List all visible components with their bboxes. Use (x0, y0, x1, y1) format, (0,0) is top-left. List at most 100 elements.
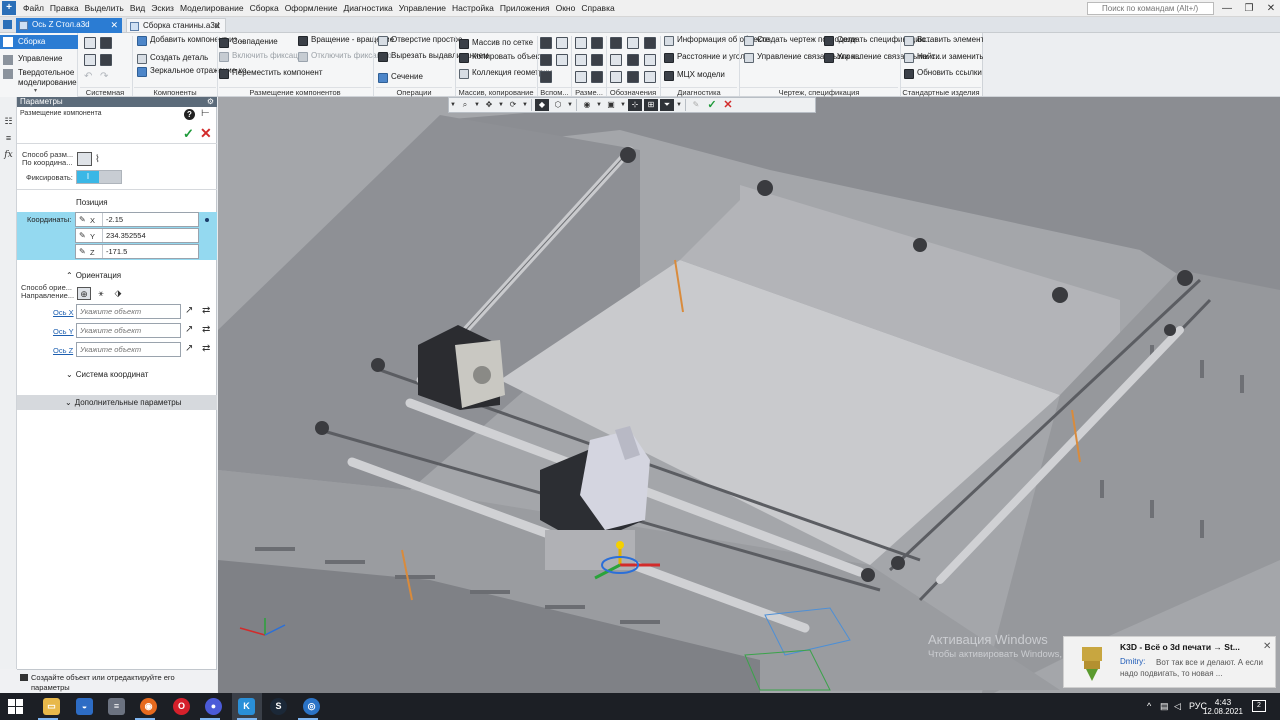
menu-file[interactable]: Файл (20, 3, 47, 13)
menu-select[interactable]: Выделить (82, 3, 127, 13)
close-notification-icon[interactable]: ✕ (1263, 641, 1271, 652)
menu-formatting[interactable]: Оформление (282, 3, 341, 13)
disable-fix-button[interactable]: Отключить фиксацию (298, 52, 392, 62)
menu-diagnostics[interactable]: Диагностика (340, 3, 395, 13)
orient-axes-icon[interactable]: ⚹ (94, 287, 108, 300)
angle-dim-icon[interactable] (575, 54, 587, 66)
dropdown-arrow-icon[interactable]: ▼ (521, 102, 529, 108)
create-drawing-button[interactable]: Создать чертеж по модели (744, 36, 857, 46)
fix-toggle[interactable]: I (76, 170, 122, 184)
pin-disabled-icon[interactable]: ✎ (689, 99, 703, 111)
panel-settings-gear-icon[interactable]: ⚙ (207, 97, 214, 107)
object-info-button[interactable]: Информация об объекте (664, 36, 769, 46)
menu-edit[interactable]: Правка (47, 3, 82, 13)
axis-x-link[interactable]: Ось X (53, 308, 74, 317)
geometry-collection-button[interactable]: Коллекция геометрии (459, 69, 552, 79)
radial-dim-icon[interactable] (591, 37, 603, 49)
tab-sborka-staniny[interactable]: Сборка станины.a3d ✕ (126, 18, 226, 33)
reverse-direction-icon[interactable]: ⇄ (202, 324, 210, 335)
clock-time[interactable]: 4:43 (1208, 697, 1238, 707)
open-folder-icon[interactable] (100, 37, 112, 49)
orientation-section-title[interactable]: ⌃ Ориентация (66, 271, 121, 280)
steam-icon[interactable]: S (270, 698, 287, 715)
restore-button[interactable]: ❐ (1238, 1, 1260, 16)
thread-icon[interactable] (644, 54, 656, 66)
modes-expand-icon[interactable]: ▾ (34, 87, 37, 94)
manage-linked-spec-button[interactable]: Управление связанными с... (824, 53, 942, 63)
menu-apps[interactable]: Приложения (497, 3, 553, 13)
variables-fx-icon[interactable]: fx (3, 150, 14, 161)
menu-modeling[interactable]: Моделирование (177, 3, 247, 13)
telegram-notification[interactable]: K3D - Всё о 3d печати → St... Dmitry: Во… (1063, 636, 1276, 688)
minimize-button[interactable]: — (1216, 1, 1238, 16)
position-icon[interactable] (644, 71, 656, 83)
axis-icon[interactable] (556, 37, 568, 49)
kompas-viewer-icon[interactable]: ◎ (303, 698, 320, 715)
action-center-icon[interactable]: 2 (1252, 700, 1266, 712)
mode-manage[interactable]: Управление (0, 54, 78, 65)
enable-fix-button[interactable]: Включить фиксацию (219, 52, 308, 62)
text-icon[interactable] (610, 71, 622, 83)
undo-icon[interactable]: ↶ (84, 71, 92, 82)
redo-icon[interactable]: ↷ (100, 71, 108, 82)
coord-x-input[interactable] (102, 213, 198, 226)
place-by-coordinates-icon[interactable] (77, 152, 92, 166)
point-icon[interactable] (540, 54, 552, 66)
visibility-icon[interactable]: ◉ (580, 99, 594, 111)
network-icon[interactable]: ▤ (1160, 701, 1169, 712)
kompas-logo-icon[interactable]: + (2, 1, 16, 15)
close-tab-icon[interactable]: ✕ (110, 18, 118, 32)
dropdown-arrow-icon[interactable]: ▼ (473, 102, 481, 108)
weld-icon[interactable] (627, 71, 639, 83)
firefox-icon[interactable]: ◉ (140, 698, 157, 715)
clock-date[interactable]: 12.08.2021 (1200, 707, 1246, 716)
select-direction-icon[interactable]: ↗ (185, 343, 193, 354)
sketch-plane-icon[interactable] (556, 54, 568, 66)
grid-array-button[interactable]: Массив по сетке (459, 39, 533, 49)
view-confirm-icon[interactable]: ✓ (705, 99, 719, 111)
pin-icon[interactable]: ✎ (79, 247, 86, 256)
dropdown-arrow-icon[interactable]: ▼ (497, 102, 505, 108)
roughness-icon[interactable] (627, 37, 639, 49)
orient-direction-icon[interactable]: ⊕ (77, 287, 91, 300)
menu-settings[interactable]: Настройка (449, 3, 497, 13)
menu-manage[interactable]: Управление (396, 3, 449, 13)
reverse-direction-icon[interactable]: ⇄ (202, 343, 210, 354)
help-icon[interactable]: ? (184, 109, 195, 120)
rotate-component-button[interactable]: Вращение - вращение (298, 36, 394, 46)
notepad-icon[interactable]: ≡ (108, 698, 125, 715)
dropdown-arrow-icon[interactable]: ▼ (675, 102, 683, 108)
filter-objects-icon[interactable]: ⊞ (644, 99, 658, 111)
extra-params-section[interactable]: ⌄ Дополнительные параметры (17, 395, 217, 410)
paperclip-icon[interactable]: ⌇ (95, 154, 100, 165)
simple-hole-button[interactable]: Отверстие простое (378, 36, 462, 46)
create-part-button[interactable]: Создать деталь (137, 54, 208, 64)
print-icon[interactable] (84, 54, 96, 66)
coord-y-input[interactable] (102, 229, 198, 242)
view-cancel-icon[interactable]: ✕ (721, 99, 735, 111)
leader-icon[interactable] (610, 37, 622, 49)
zoom-icon[interactable]: ⌕ (458, 99, 472, 111)
windows-start-icon[interactable] (8, 699, 23, 714)
select-direction-icon[interactable]: ↗ (185, 305, 193, 316)
height-dim-icon[interactable] (591, 71, 603, 83)
manage-linked-drawings-button[interactable]: Управление связанными ч... (744, 53, 862, 63)
layers-menu-icon[interactable]: ≡ (3, 133, 14, 144)
section-button[interactable]: Сечение (378, 73, 423, 83)
orientation-cube-icon[interactable]: ◆ (535, 99, 549, 111)
tray-chevron-icon[interactable]: ^ (1147, 701, 1151, 711)
cancel-x-icon[interactable]: ✕ (200, 125, 212, 142)
mode-assembly[interactable]: Сборка (0, 35, 78, 49)
coordinate-system-section[interactable]: ⌄ Система координат (66, 370, 148, 379)
axis-x-input[interactable] (76, 304, 181, 319)
mass-properties-button[interactable]: МЦХ модели (664, 71, 725, 81)
update-links-button[interactable]: Обновить ссылки на мод... (904, 69, 1016, 79)
copy-objects-button[interactable]: Копировать объекты (459, 53, 549, 63)
menu-sketch[interactable]: Эскиз (148, 3, 177, 13)
command-search-input[interactable] (1087, 2, 1214, 15)
plane-icon[interactable] (540, 37, 552, 49)
menu-view[interactable]: Вид (127, 3, 148, 13)
confirm-check-icon[interactable]: ✓ (183, 126, 194, 142)
menu-help[interactable]: Справка (578, 3, 617, 13)
dropdown-arrow-icon[interactable]: ▼ (449, 102, 457, 108)
